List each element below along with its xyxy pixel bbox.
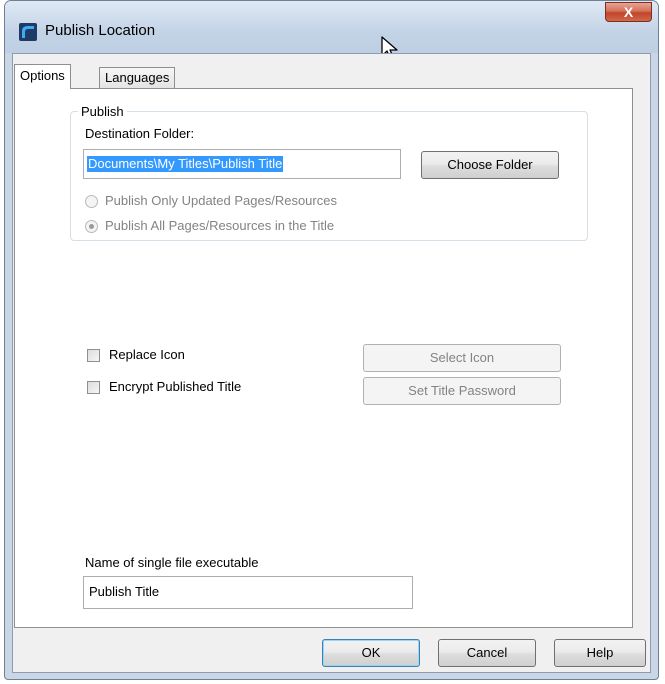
publish-location-window: Publish Location X Options Languages Pub… <box>4 0 659 680</box>
choose-folder-button[interactable]: Choose Folder <box>421 151 559 179</box>
title-bar[interactable]: Publish Location X <box>5 1 658 60</box>
executable-name-value: Publish Title <box>89 584 160 599</box>
executable-name-label: Name of single file executable <box>85 555 259 570</box>
radio-publish-all[interactable] <box>85 220 98 233</box>
cancel-button[interactable]: Cancel <box>438 639 536 667</box>
radio-publish-updated[interactable] <box>85 195 98 208</box>
app-icon <box>19 23 37 41</box>
close-button[interactable]: X <box>605 2 652 22</box>
tab-options[interactable]: Options <box>14 64 71 89</box>
close-icon: X <box>623 4 634 20</box>
destination-folder-label: Destination Folder: <box>85 126 195 141</box>
tab-languages[interactable]: Languages <box>99 67 176 89</box>
executable-name-input[interactable]: Publish Title <box>83 576 413 609</box>
encrypt-title-label: Encrypt Published Title <box>109 379 242 394</box>
destination-folder-value: Documents\My Titles\Publish Title <box>87 156 284 172</box>
publish-group-label: Publish <box>78 105 127 119</box>
select-icon-button[interactable]: Select Icon <box>363 344 561 372</box>
destination-folder-input[interactable]: Documents\My Titles\Publish Title <box>83 149 401 179</box>
radio-publish-updated-label: Publish Only Updated Pages/Resources <box>105 193 337 208</box>
options-panel: Publish Destination Folder: Documents\My… <box>14 88 633 628</box>
set-title-password-button[interactable]: Set Title Password <box>363 377 561 405</box>
replace-icon-label: Replace Icon <box>109 347 185 362</box>
help-button[interactable]: Help <box>554 639 646 667</box>
replace-icon-checkbox[interactable] <box>87 349 100 362</box>
encrypt-title-checkbox[interactable] <box>87 381 100 394</box>
ok-button[interactable]: OK <box>322 639 420 667</box>
dialog-body: Options Languages Publish Destination Fo… <box>12 53 651 673</box>
radio-publish-all-label: Publish All Pages/Resources in the Title <box>105 218 335 233</box>
window-title: Publish Location <box>45 22 156 39</box>
